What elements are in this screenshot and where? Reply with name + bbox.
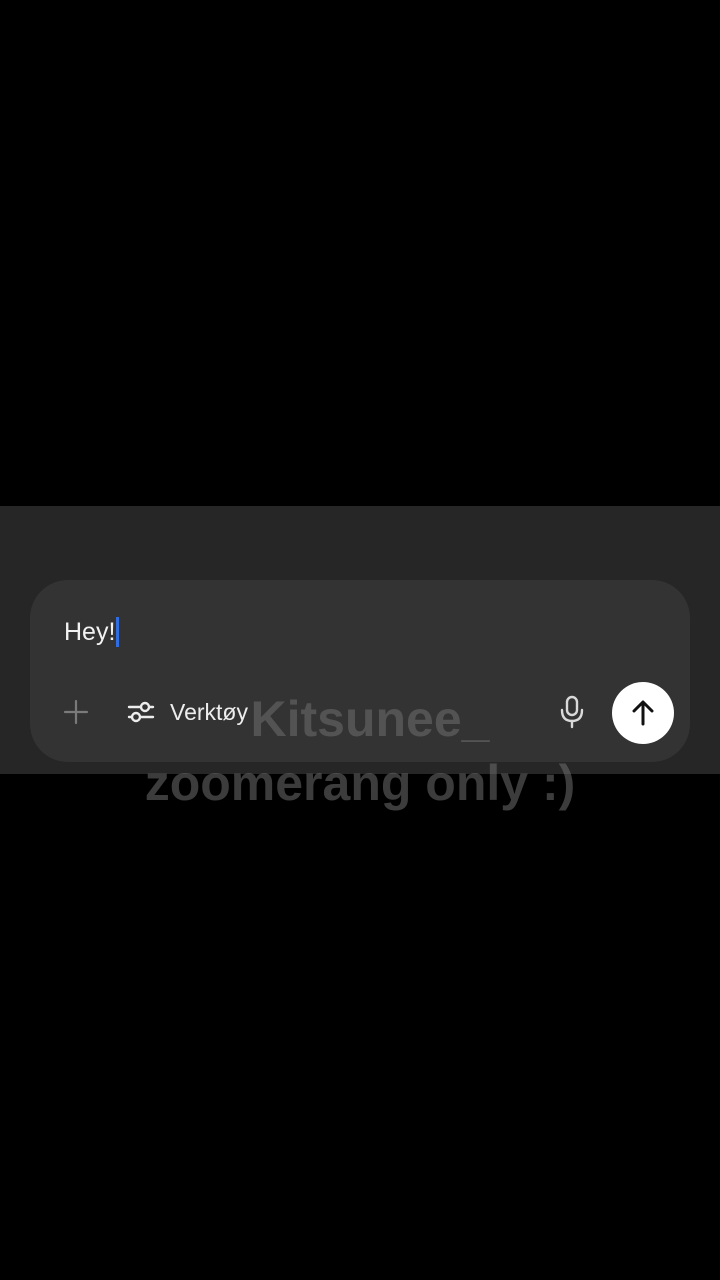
screen: Hey! Verktøy Kitsunee_ zoomerang only:) <box>0 0 720 1280</box>
add-attachment-button[interactable] <box>58 694 94 730</box>
microphone-icon <box>560 695 584 729</box>
voice-input-button[interactable] <box>552 692 592 732</box>
message-input[interactable]: Hey! <box>64 614 120 650</box>
send-button[interactable] <box>612 682 674 744</box>
message-composer: Hey! Verktøy <box>30 580 690 762</box>
plus-icon <box>63 699 89 725</box>
tools-button-label: Verktøy <box>170 698 248 725</box>
composer-toolbar: Verktøy <box>30 680 690 744</box>
text-caret <box>116 617 120 647</box>
message-input-value: Hey! <box>64 617 116 646</box>
arrow-up-icon <box>632 700 654 726</box>
sliders-icon <box>127 701 155 723</box>
tools-button[interactable]: Verktøy <box>126 692 248 732</box>
